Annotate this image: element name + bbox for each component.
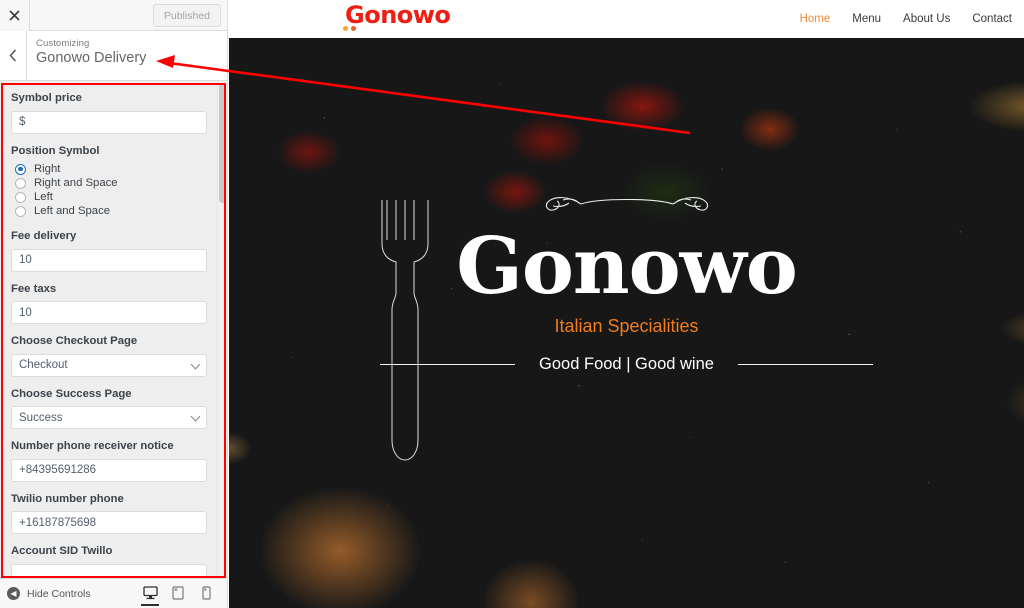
desktop-icon (142, 586, 158, 600)
site-logo[interactable]: Gonowo (345, 3, 451, 27)
twilio-phone-label: Twilio number phone (11, 492, 124, 505)
radio-icon (15, 191, 26, 203)
site-preview[interactable]: Gonowo Home Menu About Us Contact Gonowo… (229, 0, 1024, 608)
customizing-label: Customizing (36, 38, 90, 49)
nav-link-menu[interactable]: Menu (852, 13, 881, 25)
symbol-price-label: Symbol price (11, 92, 82, 104)
mobile-icon (201, 586, 211, 600)
logo-dot (343, 26, 348, 31)
publish-button[interactable]: Published (152, 4, 221, 27)
receiver-phone-label: Number phone receiver notice (11, 440, 174, 453)
tagline-rule-left (380, 363, 516, 365)
customizer-sidebar: Published Customizing Gonowo Delivery Sy… (0, 0, 228, 608)
device-preview-buttons (136, 579, 220, 608)
radio-label: Left and Space (34, 205, 111, 218)
checkout-page-select[interactable]: Checkout (11, 353, 207, 377)
radio-option-right[interactable]: Right (11, 163, 217, 175)
success-page-label: Choose Success Page (11, 387, 132, 400)
fee-taxes-input[interactable] (11, 301, 207, 325)
hero-content: Gonowo Italian Specialities Good Food | … (229, 38, 1024, 608)
device-button-mobile[interactable] (192, 579, 220, 608)
nav-link-about-us[interactable]: About Us (903, 13, 950, 25)
sidebar-scrollbar[interactable] (217, 81, 226, 578)
receiver-phone-input[interactable] (11, 458, 207, 482)
field-fee-delivery: Fee delivery (11, 230, 217, 272)
fee-taxes-label: Fee taxs (11, 282, 57, 295)
site-nav-links: Home Menu About Us Contact (800, 13, 1012, 25)
hero-section: Gonowo Italian Specialities Good Food | … (229, 38, 1024, 608)
field-checkout-page: Choose Checkout Page Checkout (11, 335, 217, 377)
position-symbol-label: Position Symbol (11, 144, 100, 157)
tablet-icon (172, 586, 184, 600)
account-sid-input[interactable] (11, 563, 207, 578)
nav-link-contact[interactable]: Contact (972, 13, 1012, 25)
panel-title-block: Customizing Gonowo Delivery (27, 31, 227, 80)
page-title: Gonowo Delivery (36, 50, 147, 66)
account-sid-label: Account SID Twillo (11, 545, 113, 558)
hero-subtitle: Italian Specialities (554, 315, 699, 336)
close-icon[interactable] (0, 0, 30, 31)
hero-tagline: Good Food | Good wine (539, 354, 714, 373)
publish-button-label: Published (163, 9, 210, 22)
flourish-divider-icon (545, 197, 708, 211)
twilio-phone-input[interactable] (11, 511, 207, 535)
logo-dot (351, 26, 356, 31)
customizer-panel-header: Customizing Gonowo Delivery (0, 31, 227, 81)
field-success-page: Choose Success Page Success (11, 388, 217, 430)
device-button-desktop[interactable] (136, 579, 164, 608)
symbol-price-input[interactable] (11, 110, 207, 134)
radio-label: Right (34, 163, 61, 176)
radio-icon (15, 205, 26, 217)
fee-delivery-label: Fee delivery (11, 230, 77, 243)
logo-dots-icon (343, 26, 356, 31)
success-page-select[interactable]: Success (11, 406, 207, 430)
field-fee-taxes: Fee taxs (11, 283, 217, 325)
hide-controls-label: Hide Controls (27, 587, 91, 600)
success-page-value: Success (11, 406, 207, 430)
site-navbar: Gonowo Home Menu About Us Contact (229, 0, 1024, 38)
checkout-page-value: Checkout (11, 353, 207, 377)
nav-link-home[interactable]: Home (800, 13, 831, 25)
checkout-page-label: Choose Checkout Page (11, 335, 138, 348)
sidebar-scrollbar-thumb[interactable] (219, 83, 226, 203)
customizer-controls: Symbol price Position Symbol Right Right… (0, 81, 227, 578)
collapse-left-icon: ◀ (7, 587, 20, 600)
radio-label: Left (34, 191, 53, 204)
field-account-sid: Account SID Twillo (11, 545, 217, 578)
radio-option-left[interactable]: Left (11, 191, 217, 203)
radio-option-left-and-space[interactable]: Left and Space (11, 205, 217, 217)
chevron-left-icon (9, 49, 17, 62)
radio-label: Right and Space (34, 177, 118, 190)
hero-tagline-row: Good Food | Good wine (229, 355, 1024, 374)
customizer-topbar: Published (0, 0, 227, 31)
radio-option-right-and-space[interactable]: Right and Space (11, 177, 217, 189)
device-button-tablet[interactable] (164, 579, 192, 608)
field-symbol-price: Symbol price (11, 92, 217, 134)
hero-title: Gonowo (456, 221, 798, 312)
hide-controls-button[interactable]: ◀ Hide Controls (0, 587, 91, 600)
field-twilio-phone: Twilio number phone (11, 493, 217, 535)
customizer-screen: Published Customizing Gonowo Delivery Sy… (0, 0, 1024, 608)
radio-icon (15, 163, 26, 175)
field-receiver-phone: Number phone receiver notice (11, 440, 217, 482)
tagline-rule-right (737, 363, 873, 365)
field-position-symbol: Position Symbol Right Right and Space Le… (11, 145, 217, 218)
radio-icon (15, 177, 26, 189)
back-button[interactable] (0, 31, 27, 80)
fee-delivery-input[interactable] (11, 248, 207, 272)
customizer-footer: ◀ Hide Controls (0, 578, 227, 608)
